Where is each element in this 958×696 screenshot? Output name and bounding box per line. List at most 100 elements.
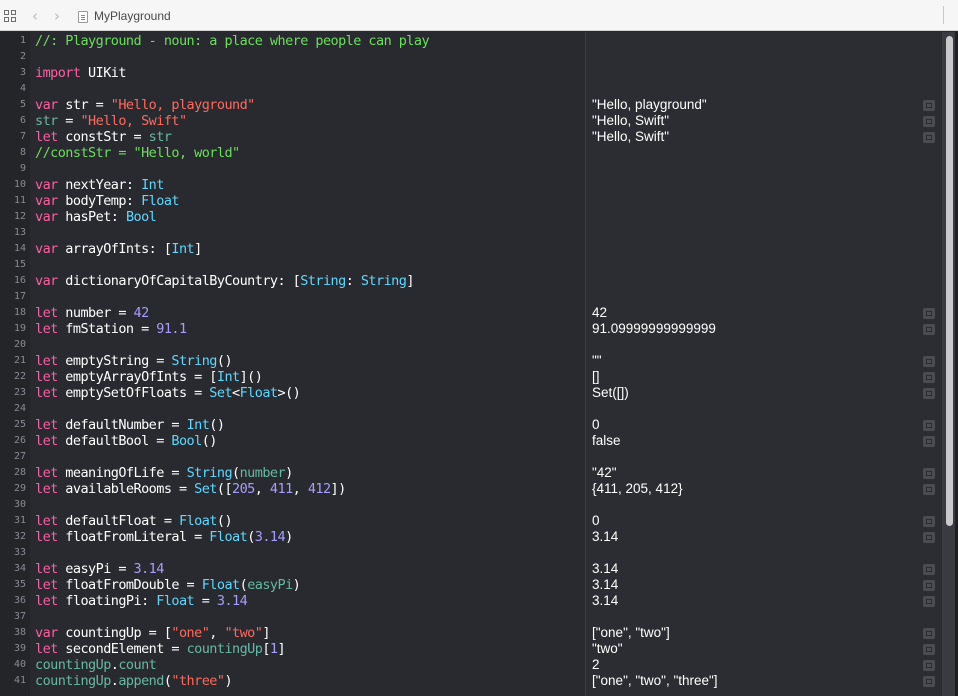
line-number: 1 [19, 35, 26, 46]
code-line[interactable]: import UIKit [35, 65, 126, 81]
quick-look-icon[interactable] [923, 564, 935, 575]
code-token: let [35, 433, 58, 449]
code-token: emptyArrayOfInts = [ [57, 369, 217, 385]
quick-look-icon[interactable] [923, 660, 935, 671]
code-line[interactable]: countingUp.count [35, 657, 157, 673]
quick-look-icon[interactable] [923, 484, 935, 495]
code-token: let [35, 561, 58, 577]
code-line[interactable]: let availableRooms = Set([205, 411, 412]… [35, 481, 346, 497]
code-line[interactable]: var str = "Hello, playground" [35, 97, 255, 113]
code-line[interactable]: let number = 42 [35, 305, 149, 321]
quick-look-icon[interactable] [923, 308, 935, 319]
code-line[interactable]: let constStr = str [35, 129, 172, 145]
result-value[interactable]: 0 [592, 513, 600, 529]
code-token: //constStr = "Hello, world" [35, 145, 240, 161]
code-line[interactable]: let emptySetOfFloats = Set<Float>() [35, 385, 301, 401]
line-number: 21 [13, 355, 26, 366]
quick-look-icon[interactable] [923, 388, 935, 399]
scrollbar-thumb[interactable] [946, 36, 953, 526]
code-token: , [254, 481, 270, 497]
breadcrumb-file-name[interactable]: MyPlayground [94, 9, 171, 23]
code-token: var [35, 625, 58, 641]
result-value[interactable]: {411, 205, 412} [592, 481, 683, 497]
line-number: 19 [13, 323, 26, 334]
quick-look-icon[interactable] [923, 356, 935, 367]
code-line[interactable]: let floatFromLiteral = Float(3.14) [35, 529, 293, 545]
result-value[interactable]: "Hello, Swift" [592, 113, 669, 129]
code-line[interactable]: //: Playground - noun: a place where peo… [35, 33, 430, 49]
result-value[interactable]: "Hello, playground" [592, 97, 707, 113]
result-value[interactable]: 0 [592, 417, 600, 433]
code-line[interactable]: let floatingPi: Float = 3.14 [35, 593, 248, 609]
line-number: 7 [19, 131, 26, 142]
quick-look-icon[interactable] [923, 436, 935, 447]
quick-look-icon[interactable] [923, 372, 935, 383]
result-value[interactable]: false [592, 433, 621, 449]
code-line[interactable]: var bodyTemp: Float [35, 193, 180, 209]
result-value[interactable]: "two" [592, 641, 623, 657]
code-line[interactable]: let defaultNumber = Int() [35, 417, 225, 433]
result-value[interactable]: [] [592, 369, 600, 385]
code-line[interactable]: let emptyArrayOfInts = [Int]() [35, 369, 263, 385]
quick-look-icon[interactable] [923, 676, 935, 687]
code-line[interactable]: var countingUp = ["one", "two"] [35, 625, 270, 641]
quick-look-icon[interactable] [923, 644, 935, 655]
result-value[interactable]: 3.14 [592, 561, 618, 577]
code-line[interactable]: let meaningOfLife = String(number) [35, 465, 293, 481]
code-token: let [35, 465, 58, 481]
result-value[interactable]: 3.14 [592, 529, 618, 545]
quick-look-icon[interactable] [923, 580, 935, 591]
result-value[interactable]: "" [592, 353, 602, 369]
quick-look-icon[interactable] [923, 596, 935, 607]
result-value[interactable]: Set([]) [592, 385, 629, 401]
code-line[interactable]: str = "Hello, Swift" [35, 113, 187, 129]
code-line[interactable]: let secondElement = countingUp[1] [35, 641, 286, 657]
line-number: 26 [13, 435, 26, 446]
quick-look-icon[interactable] [923, 532, 935, 543]
code-line[interactable]: countingUp.append("three") [35, 673, 233, 689]
code-line[interactable]: var dictionaryOfCapitalByCountry: [Strin… [35, 273, 414, 289]
result-value[interactable]: "Hello, Swift" [592, 129, 669, 145]
code-line[interactable]: //constStr = "Hello, world" [35, 145, 240, 161]
quick-look-icon[interactable] [923, 468, 935, 479]
line-number: 11 [13, 195, 26, 206]
quick-look-icon[interactable] [923, 420, 935, 431]
result-value[interactable]: 42 [592, 305, 607, 321]
code-token: Bool [171, 433, 202, 449]
line-number: 28 [13, 467, 26, 478]
code-line[interactable]: let fmStation = 91.1 [35, 321, 187, 337]
quick-look-icon[interactable] [923, 100, 935, 111]
code-token: ([ [216, 481, 233, 497]
quick-look-icon[interactable] [923, 324, 935, 335]
quick-look-icon[interactable] [923, 628, 935, 639]
code-line[interactable]: let floatFromDouble = Float(easyPi) [35, 577, 301, 593]
result-value[interactable]: "42" [592, 465, 617, 481]
code-line[interactable]: let defaultBool = Bool() [35, 433, 217, 449]
code-line[interactable]: let defaultFloat = Float() [35, 513, 233, 529]
code-token: ) [285, 529, 293, 545]
result-value[interactable]: ["one", "two"] [592, 625, 670, 641]
result-value[interactable]: 3.14 [592, 577, 618, 593]
forward-chevron-icon[interactable]: › [54, 7, 60, 25]
code-editor[interactable]: //: Playground - noun: a place where peo… [30, 32, 585, 696]
code-line[interactable]: let emptyString = String() [35, 353, 233, 369]
line-number: 34 [13, 563, 26, 574]
code-token: Int [186, 417, 210, 433]
quick-look-icon[interactable] [923, 132, 935, 143]
code-token: str [35, 113, 58, 129]
line-number: 39 [13, 643, 26, 654]
related-items-grid-icon[interactable] [4, 10, 18, 24]
result-value[interactable]: ["one", "two", "three"] [592, 673, 718, 689]
quick-look-icon[interactable] [923, 116, 935, 127]
quick-look-icon[interactable] [923, 516, 935, 527]
code-token: () [209, 417, 225, 433]
result-value[interactable]: 3.14 [592, 593, 618, 609]
code-line[interactable]: var nextYear: Int [35, 177, 164, 193]
code-token: ) [292, 577, 301, 593]
result-value[interactable]: 2 [592, 657, 600, 673]
code-line[interactable]: var hasPet: Bool [35, 209, 157, 225]
code-line[interactable]: let easyPi = 3.14 [35, 561, 164, 577]
back-chevron-icon[interactable]: ‹ [32, 7, 38, 25]
code-line[interactable]: var arrayOfInts: [Int] [35, 241, 202, 257]
result-value[interactable]: 91.09999999999999 [592, 321, 716, 337]
